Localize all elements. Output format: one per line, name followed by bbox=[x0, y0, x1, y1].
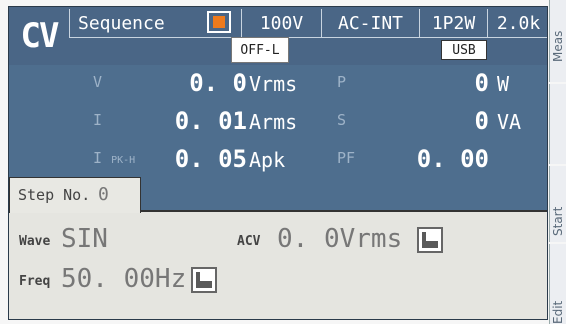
current-value: 0. 01 bbox=[174, 107, 247, 135]
peak-current-label: I PK-H bbox=[93, 149, 135, 167]
function-label: Sequence bbox=[69, 9, 199, 37]
edit-panel: Wave SIN ACV 0. 0Vrms Freq 50. 00Hz bbox=[9, 210, 547, 319]
step-number: 0 bbox=[98, 184, 109, 205]
power-unit: W bbox=[497, 72, 510, 96]
instrument-display: CV Sequence 100V AC-INT 1P2W 2.0k OFF-L … bbox=[0, 0, 566, 324]
step-tab[interactable]: Step No. 0 bbox=[9, 177, 141, 213]
measurement-area: V 0. 0 Vrms I 0. 01 Arms I PK-H 0. 05 Ap… bbox=[9, 65, 547, 179]
softkey-start-label: Start bbox=[551, 206, 565, 236]
acv-edit-icon-notch bbox=[426, 232, 438, 241]
interface-badge: USB bbox=[441, 40, 487, 60]
peak-current-value: 0. 05 bbox=[174, 145, 247, 173]
wiring-mode: 1P2W bbox=[419, 9, 487, 37]
voltage-value: 0. 0 bbox=[189, 69, 247, 97]
current-unit: Arms bbox=[249, 110, 298, 134]
peak-current-label-main: I bbox=[93, 149, 103, 167]
softkey-start[interactable]: Start bbox=[549, 166, 566, 242]
freq-value[interactable]: 50. 00Hz bbox=[61, 264, 186, 294]
stop-icon[interactable] bbox=[207, 11, 231, 33]
acv-edit-icon[interactable] bbox=[417, 227, 443, 253]
softkey-edit[interactable]: Edit bbox=[549, 244, 566, 324]
freq-edit-icon-notch bbox=[200, 272, 212, 281]
peak-current-unit: Apk bbox=[249, 148, 286, 172]
softkey-edit-label: Edit bbox=[551, 300, 565, 324]
status-bar: CV Sequence 100V AC-INT 1P2W 2.0k OFF-L … bbox=[9, 7, 547, 65]
freq-edit-icon[interactable] bbox=[191, 267, 217, 293]
output-state-badge: OFF-L bbox=[231, 37, 289, 63]
power-factor-label: PF bbox=[337, 149, 356, 167]
power-label: P bbox=[337, 73, 347, 91]
power-factor-value: 0. 00 bbox=[416, 145, 489, 173]
step-label: Step No. bbox=[18, 186, 91, 204]
apparent-power-value: 0 bbox=[474, 107, 489, 135]
stop-square-icon bbox=[213, 16, 225, 28]
apparent-power-unit: VA bbox=[497, 110, 522, 134]
acv-label: ACV bbox=[237, 234, 261, 249]
signal-source: AC-INT bbox=[321, 9, 419, 37]
voltage-range: 100V bbox=[241, 9, 321, 37]
softkey-meas-label: Meas bbox=[551, 30, 565, 62]
output-mode: CV bbox=[20, 16, 60, 56]
peak-current-label-sub: PK-H bbox=[111, 155, 136, 166]
wave-value[interactable]: SIN bbox=[61, 224, 108, 254]
freq-label: Freq bbox=[19, 274, 51, 289]
apparent-power-label: S bbox=[337, 111, 347, 129]
status-divider bbox=[69, 37, 547, 38]
softkey-2[interactable] bbox=[549, 84, 566, 164]
voltage-unit: Vrms bbox=[249, 72, 298, 96]
frequency-range: 2.0k bbox=[487, 9, 547, 37]
current-label: I bbox=[93, 111, 103, 129]
voltage-label: V bbox=[93, 73, 103, 91]
softkey-meas[interactable]: Meas bbox=[549, 0, 566, 82]
power-value: 0 bbox=[474, 69, 489, 97]
lcd-screen: CV Sequence 100V AC-INT 1P2W 2.0k OFF-L … bbox=[8, 6, 548, 320]
acv-value[interactable]: 0. 0Vrms bbox=[277, 224, 402, 254]
wave-label: Wave bbox=[19, 234, 51, 249]
